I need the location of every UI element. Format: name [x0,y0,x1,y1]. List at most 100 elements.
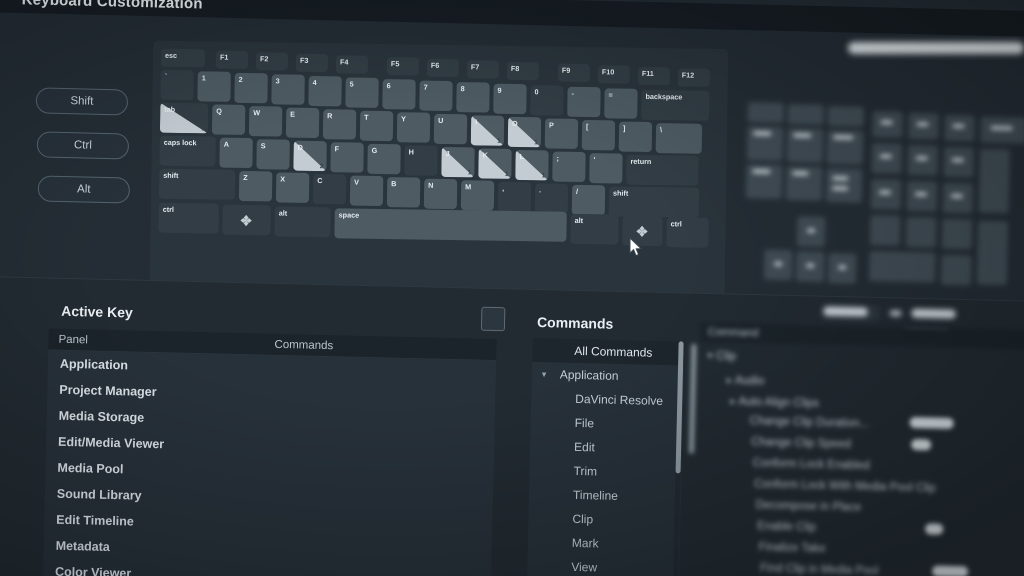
key-k[interactable]: K 1 [478,148,511,178]
key-c[interactable]: C [313,174,346,204]
key-7[interactable]: 7 [419,81,452,111]
tree-item-all-commands[interactable]: All Commands [532,338,685,366]
key-d[interactable]: D 2 [293,141,326,171]
virtual-keyboard[interactable]: esc F1 F2 F3 F4 F5 F6 F7 F8 F9 F10 F11 F… [150,41,729,302]
key-return[interactable]: return [626,155,698,186]
key-e[interactable]: E [286,108,319,138]
key-f1[interactable]: F1 [216,51,248,69]
key-u[interactable]: U [434,114,467,144]
key-alt-left[interactable]: alt [274,206,330,237]
key-f11[interactable]: F11 [638,67,670,85]
key-l[interactable]: L 1 [515,150,548,180]
detail-row[interactable]: ▾ Clip [707,348,736,363]
key-a[interactable]: A [219,138,252,168]
key-tab[interactable]: tab 1 [160,103,208,134]
key-f2[interactable]: F2 [256,52,288,70]
detail-row[interactable]: Find Clip in Media Pool [760,562,879,576]
key-space[interactable]: space [334,208,566,241]
chevron-down-icon[interactable]: ▾ [542,362,547,386]
key-minus[interactable]: - [567,87,600,117]
key-r[interactable]: R [323,109,356,139]
key-s[interactable]: S [256,139,289,169]
active-key-toggle-button[interactable] [481,307,506,332]
key-g[interactable]: G [367,144,400,174]
detail-row[interactable]: Decompose in Place [756,499,862,513]
key-bracket-right[interactable]: ] [619,122,652,152]
key-3[interactable]: 3 [271,74,304,104]
command-detail-list-blurred[interactable]: Command ▾ Clip ▸ Audio ▸ Auto Align Clip… [694,322,1024,576]
detail-row[interactable]: Change Clip Duration... [750,415,870,430]
tree-item-file[interactable]: File [530,410,683,438]
key-h[interactable]: H [404,145,437,175]
detail-row[interactable]: Conform Lock With Media Pool Clip [754,478,936,494]
detail-row[interactable]: ▸ Auto Align Clips [730,394,819,410]
key-p[interactable]: P [545,118,578,148]
key-b[interactable]: B [387,177,420,207]
key-f12[interactable]: F12 [678,68,710,86]
key-m[interactable]: M [461,180,494,210]
key-f9[interactable]: F9 [558,64,590,82]
key-8[interactable]: 8 [456,82,489,112]
key-f8[interactable]: F8 [507,62,539,80]
numpad-blurred[interactable] [869,111,1024,300]
detail-row[interactable]: Conform Lock Enabled [753,457,870,472]
detail-row[interactable]: Enable Clip [757,520,816,533]
modifier-ctrl-button[interactable]: Ctrl [37,131,130,159]
modifier-alt-button[interactable]: Alt [38,175,131,203]
key-quote[interactable]: ' [589,153,622,183]
key-i[interactable]: I 1 [471,115,504,145]
key-caps-lock[interactable]: caps lock [159,136,215,167]
key-q[interactable]: Q [212,104,245,134]
detail-row[interactable]: ▸ Audio [726,373,764,388]
tree-item-application[interactable]: ▾ Application [532,362,685,390]
key-semicolon[interactable]: ; [552,152,585,182]
key-t[interactable]: T [360,111,393,141]
key-4[interactable]: 4 [308,76,341,106]
key-f3[interactable]: F3 [296,54,328,72]
commands-tree[interactable]: All Commands ▾ Application DaVinci Resol… [526,338,684,576]
key-ctrl-left[interactable]: ctrl [158,203,218,234]
nav-cluster-blurred[interactable] [746,102,878,205]
key-comma[interactable]: , [498,182,531,212]
key-z[interactable]: Z [239,171,272,201]
key-w[interactable]: W [249,106,282,136]
key-slash[interactable]: / [572,185,605,215]
key-ctrl-right[interactable]: ctrl [666,217,708,248]
detail-row[interactable]: Finalize Take [759,541,826,555]
key-alt-right[interactable]: alt [570,214,618,245]
key-equals[interactable]: = [604,88,637,118]
key-period[interactable]: . [535,183,568,213]
key-y[interactable]: Y [397,112,430,142]
key-o[interactable]: O 1 [508,117,541,147]
panel-list[interactable]: Application Project Manager Media Storag… [42,350,496,576]
modifier-shift-button[interactable]: Shift [36,87,129,115]
key-backtick[interactable]: ` [160,70,193,100]
key-cmd-left[interactable] [222,205,270,236]
key-f10[interactable]: F10 [598,65,630,83]
key-f[interactable]: F [330,142,363,172]
tree-item-clip[interactable]: Clip [528,506,681,534]
key-6[interactable]: 6 [382,79,415,109]
key-f4[interactable]: F4 [336,55,368,73]
detail-row[interactable]: Change Clip Speed [751,436,851,450]
tree-item-view[interactable]: View [527,554,680,576]
tree-item-timeline[interactable]: Timeline [529,482,682,510]
key-1[interactable]: 1 [197,71,230,101]
key-shift-left[interactable]: shift [159,169,235,200]
key-5[interactable]: 5 [345,77,378,107]
key-9[interactable]: 9 [493,84,526,114]
key-v[interactable]: V [350,176,383,206]
key-0[interactable]: 0 [530,85,563,115]
key-j[interactable]: J 1 [441,147,474,177]
key-bracket-left[interactable]: [ [582,120,615,150]
tree-item-davinci-resolve[interactable]: DaVinci Resolve [531,386,684,414]
key-x[interactable]: X [276,172,309,202]
key-esc[interactable]: esc [161,49,205,68]
key-f6[interactable]: F6 [427,59,459,77]
key-shift-right[interactable]: shift [609,186,699,217]
tree-item-edit[interactable]: Edit [530,434,683,462]
key-backspace[interactable]: backspace [641,90,709,121]
key-backslash[interactable]: \ [656,123,702,154]
tree-item-trim[interactable]: Trim [529,458,682,486]
key-2[interactable]: 2 [234,73,267,103]
